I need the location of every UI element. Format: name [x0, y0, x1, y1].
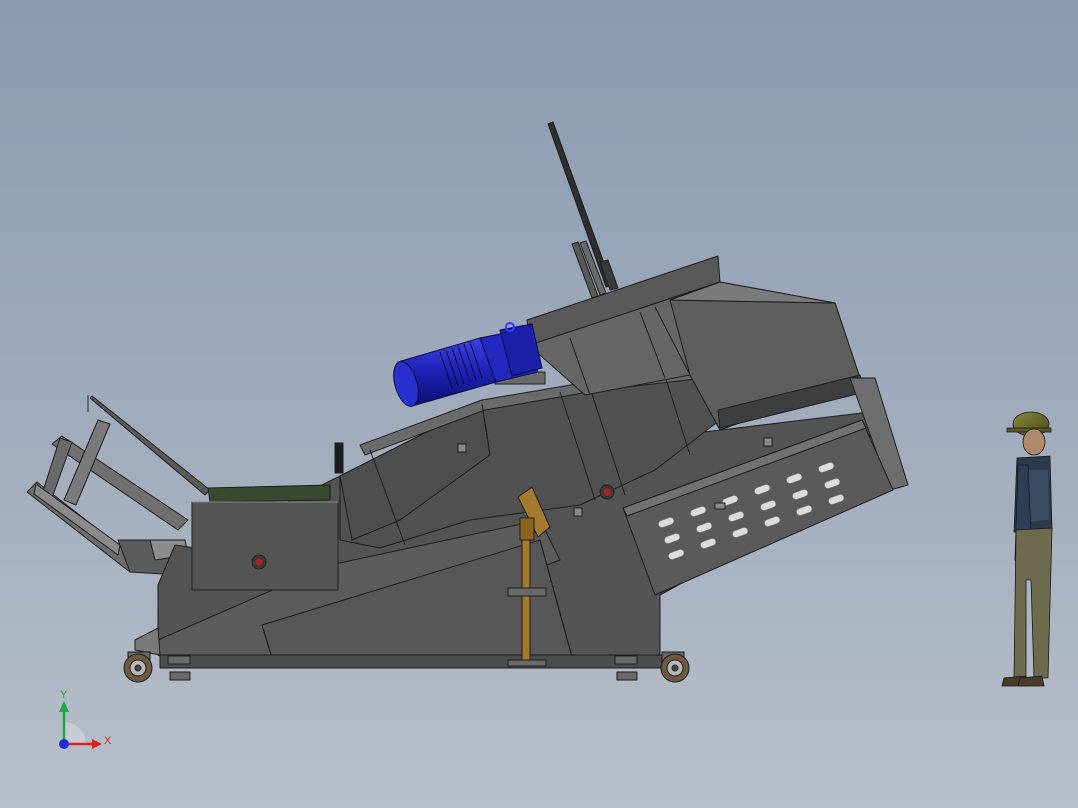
lever-arm: [547, 121, 619, 299]
sensor-post: [334, 442, 344, 474]
y-axis-label: Y: [60, 689, 68, 701]
model-scene[interactable]: Y X: [0, 0, 1078, 808]
inner-chute: [207, 484, 331, 503]
cad-viewport[interactable]: Y X: [0, 0, 1078, 808]
y-axis-arrowhead: [59, 701, 69, 712]
x-axis-label: X: [104, 735, 112, 747]
human-figure[interactable]: [1001, 411, 1053, 687]
x-axis-arrowhead: [92, 739, 102, 749]
control-box: [191, 501, 339, 591]
axis-triad[interactable]: Y X: [59, 689, 112, 749]
z-axis-dot: [59, 739, 69, 749]
machine-assembly[interactable]: [26, 121, 909, 681]
